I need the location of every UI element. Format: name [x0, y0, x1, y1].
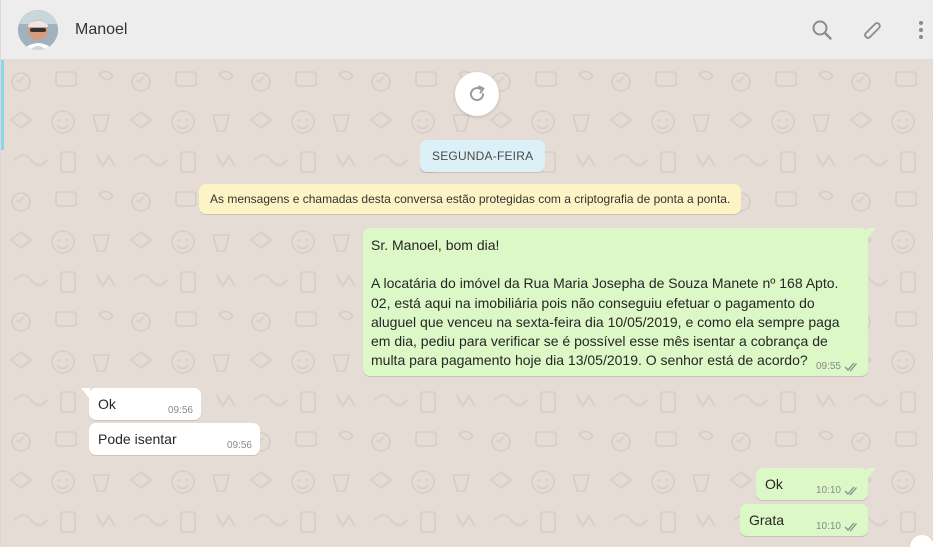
read-receipt-icon: [844, 362, 857, 372]
contact-name[interactable]: Manoel: [75, 21, 127, 39]
message-meta: 10:10: [816, 521, 860, 532]
message-time: 09:56: [167, 405, 193, 416]
refresh-icon: [470, 85, 485, 102]
load-older-messages-button[interactable]: [455, 72, 499, 116]
search-icon[interactable]: [810, 18, 834, 42]
message-list[interactable]: SEGUNDA-FEIRA As mensagens e chamadas de…: [1, 60, 933, 547]
scroll-to-bottom-button[interactable]: [910, 535, 933, 547]
bubble-tail: [81, 388, 90, 399]
bubble-tail: [867, 468, 876, 479]
message-meta: 09:55: [816, 361, 860, 372]
message-time: 09:55: [815, 361, 841, 372]
conversation-header: Manoel: [1, 0, 933, 60]
avatar-photo: [18, 10, 58, 50]
message-time: 10:10: [815, 485, 841, 496]
bubble-tail: [867, 228, 876, 239]
read-receipt-icon: [844, 486, 857, 496]
message-bubble-incoming[interactable]: Ok 09:56: [81, 388, 201, 420]
message-bubble-outgoing[interactable]: Sr. Manoel, bom dia! A locatária do imóv…: [363, 228, 876, 376]
menu-icon[interactable]: [910, 18, 930, 42]
contact-avatar[interactable]: [18, 10, 58, 50]
encryption-notice[interactable]: As mensagens e chamadas desta conversa e…: [199, 184, 742, 214]
read-receipt-icon: [844, 522, 857, 532]
message-bubble-outgoing[interactable]: Ok 10:10: [756, 468, 876, 500]
message-bubble-outgoing[interactable]: Grata 10:10: [740, 504, 868, 536]
window-edge-highlight: [1, 60, 4, 150]
day-separator: SEGUNDA-FEIRA: [420, 140, 546, 172]
message-text: Sr. Manoel, bom dia! A locatária do imóv…: [371, 237, 840, 369]
message-meta: 09:56: [168, 405, 193, 416]
message-time: 09:56: [226, 440, 252, 451]
attach-icon[interactable]: [860, 18, 884, 42]
message-bubble-incoming[interactable]: Pode isentar 09:56: [89, 423, 260, 455]
message-time: 10:10: [815, 521, 841, 532]
message-meta: 10:10: [816, 485, 860, 496]
chat-window: Manoel SEGUNDA-FEIRA As mensagens e cham…: [0, 0, 933, 547]
message-meta: 09:56: [227, 440, 252, 451]
